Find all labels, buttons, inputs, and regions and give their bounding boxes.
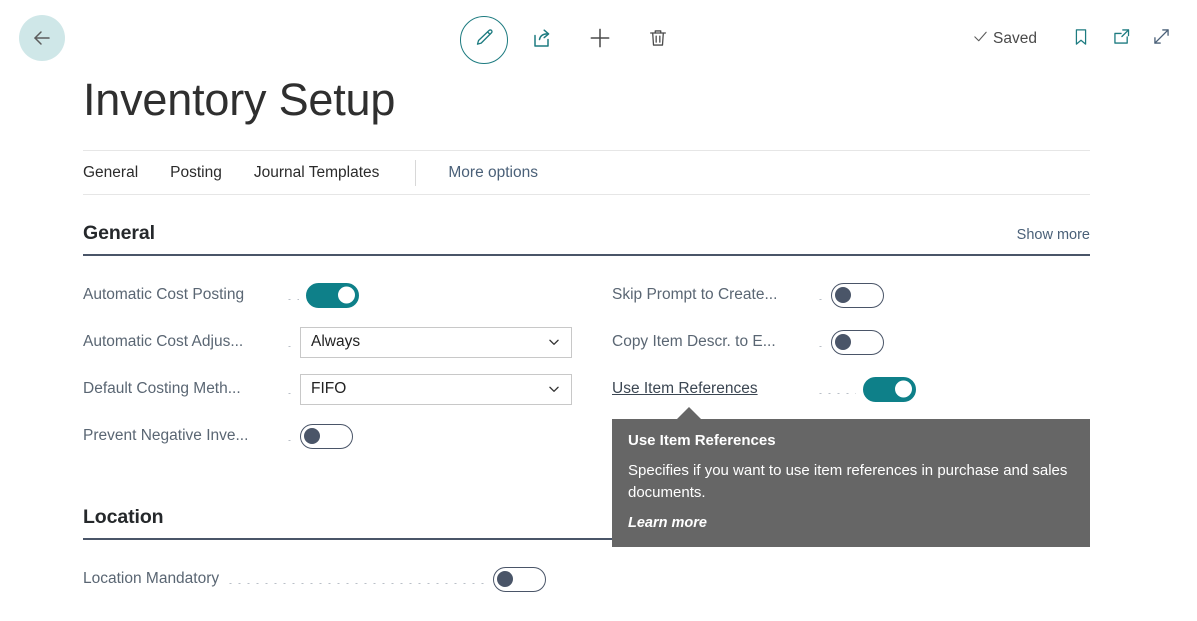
field-label-automatic-cost-posting: Automatic Cost Posting bbox=[83, 286, 245, 303]
expand-arrows-icon bbox=[1151, 26, 1172, 52]
field-control bbox=[493, 566, 547, 592]
leader-dots bbox=[285, 298, 299, 300]
tab-separator bbox=[415, 159, 417, 186]
edit-button[interactable] bbox=[455, 12, 513, 68]
field-control: FIFO bbox=[300, 373, 572, 405]
tooltip-learn-more-link[interactable]: Learn more bbox=[628, 515, 1074, 531]
edit-button-circle bbox=[460, 16, 508, 64]
toggle-knob bbox=[835, 334, 851, 350]
field-label-skip-prompt-to-create: Skip Prompt to Create... bbox=[612, 286, 778, 303]
field-location-mandatory: Location Mandatory bbox=[83, 562, 583, 596]
field-control bbox=[863, 376, 916, 402]
show-more-button[interactable]: Show more bbox=[1017, 227, 1090, 245]
arrow-left-icon bbox=[30, 26, 54, 50]
leader-dots bbox=[816, 392, 856, 394]
toggle-use-item-references[interactable] bbox=[863, 376, 916, 402]
toggle-knob bbox=[835, 287, 851, 303]
toggle-knob bbox=[304, 428, 320, 444]
select-automatic-cost-adjustment[interactable]: Always bbox=[300, 326, 572, 358]
toggle-automatic-cost-posting[interactable] bbox=[306, 282, 359, 308]
back-button[interactable] bbox=[19, 15, 65, 61]
field-label-automatic-cost-adjustment: Automatic Cost Adjus... bbox=[83, 333, 244, 350]
field-default-costing-method: Default Costing Meth... FIFO bbox=[83, 372, 583, 406]
new-button[interactable] bbox=[571, 12, 629, 68]
field-copy-item-description-to-entries: Copy Item Descr. to E... bbox=[612, 325, 1090, 359]
save-status-label: Saved bbox=[993, 30, 1037, 47]
save-status: Saved bbox=[972, 28, 1037, 50]
field-label-default-costing-method: Default Costing Meth... bbox=[83, 380, 241, 397]
delete-button[interactable] bbox=[629, 12, 687, 68]
toggle-knob bbox=[338, 286, 355, 304]
toggle-knob bbox=[895, 380, 912, 398]
command-bar-center-actions bbox=[455, 12, 687, 68]
share-button[interactable] bbox=[513, 12, 571, 68]
plus-icon bbox=[587, 25, 613, 56]
section-general-title: General bbox=[83, 222, 155, 244]
field-label-copy-item-description-to-entries: Copy Item Descr. to E... bbox=[612, 333, 776, 350]
tooltip-title: Use Item References bbox=[628, 432, 776, 449]
section-location-title: Location bbox=[83, 506, 164, 528]
field-prevent-negative-inventory: Prevent Negative Inve... bbox=[83, 419, 583, 453]
pencil-icon bbox=[474, 27, 495, 53]
command-bar-right-actions: Saved bbox=[972, 20, 1181, 58]
page-title: Inventory Setup bbox=[83, 74, 396, 125]
fullscreen-button[interactable] bbox=[1141, 20, 1181, 58]
general-left-column: Automatic Cost Posting Automatic Cost Ad… bbox=[83, 278, 583, 466]
select-default-costing-method[interactable]: FIFO bbox=[300, 373, 572, 405]
select-value: FIFO bbox=[311, 380, 347, 397]
tab-posting[interactable]: Posting bbox=[170, 164, 222, 182]
tooltip-arrow bbox=[676, 407, 702, 420]
leader-dots bbox=[285, 392, 293, 394]
tab-general[interactable]: General bbox=[83, 164, 138, 182]
toggle-location-mandatory[interactable] bbox=[493, 566, 547, 592]
trash-icon bbox=[647, 27, 669, 54]
field-automatic-cost-adjustment: Automatic Cost Adjus... Always bbox=[83, 325, 583, 359]
share-icon bbox=[530, 26, 554, 55]
chevron-down-icon bbox=[547, 382, 563, 396]
field-control: Always bbox=[300, 326, 572, 358]
field-skip-prompt-to-create: Skip Prompt to Create... bbox=[612, 278, 1090, 312]
field-control bbox=[831, 329, 884, 355]
open-in-new-icon bbox=[1111, 26, 1132, 52]
field-automatic-cost-posting: Automatic Cost Posting bbox=[83, 278, 583, 312]
toggle-copy-item-description-to-entries[interactable] bbox=[831, 329, 884, 355]
tab-bar: General Posting Journal Templates More o… bbox=[83, 150, 1090, 195]
leader-dots bbox=[816, 345, 824, 347]
more-options-button[interactable]: More options bbox=[448, 164, 538, 182]
leader-dots bbox=[285, 439, 293, 441]
location-left-column: Location Mandatory bbox=[83, 562, 583, 609]
field-use-item-references: Use Item References bbox=[612, 372, 1090, 406]
field-label-use-item-references[interactable]: Use Item References bbox=[612, 380, 809, 398]
bookmark-button[interactable] bbox=[1061, 20, 1101, 58]
toggle-prevent-negative-inventory[interactable] bbox=[300, 423, 353, 449]
leader-dots bbox=[285, 345, 293, 347]
field-tooltip: Use Item References Specifies if you wan… bbox=[612, 407, 1090, 547]
section-general-header: General Show more bbox=[83, 222, 1090, 256]
tab-journal-templates[interactable]: Journal Templates bbox=[254, 164, 380, 182]
toggle-knob bbox=[497, 571, 514, 587]
field-control bbox=[306, 282, 359, 308]
field-control bbox=[300, 423, 353, 449]
section-location-fields: Location Mandatory bbox=[83, 562, 1090, 621]
bookmark-icon bbox=[1071, 27, 1091, 52]
leader-dots bbox=[226, 582, 487, 584]
field-label-location-mandatory: Location Mandatory bbox=[83, 570, 220, 587]
general-right-column: Skip Prompt to Create... Copy Item Descr… bbox=[612, 278, 1090, 419]
command-bar: Saved bbox=[0, 0, 1197, 78]
chevron-down-icon bbox=[547, 335, 563, 349]
select-value: Always bbox=[311, 333, 361, 350]
tooltip-body: Specifies if you want to use item refere… bbox=[628, 462, 1068, 501]
field-label-prevent-negative-inventory: Prevent Negative Inve... bbox=[83, 427, 249, 444]
toggle-skip-prompt-to-create[interactable] bbox=[831, 282, 884, 308]
open-new-window-button[interactable] bbox=[1101, 20, 1141, 58]
field-control bbox=[831, 282, 884, 308]
inventory-setup-page: Saved Inventory Setup General Posting Jo… bbox=[0, 0, 1197, 621]
checkmark-icon bbox=[972, 28, 989, 50]
leader-dots bbox=[816, 298, 824, 300]
